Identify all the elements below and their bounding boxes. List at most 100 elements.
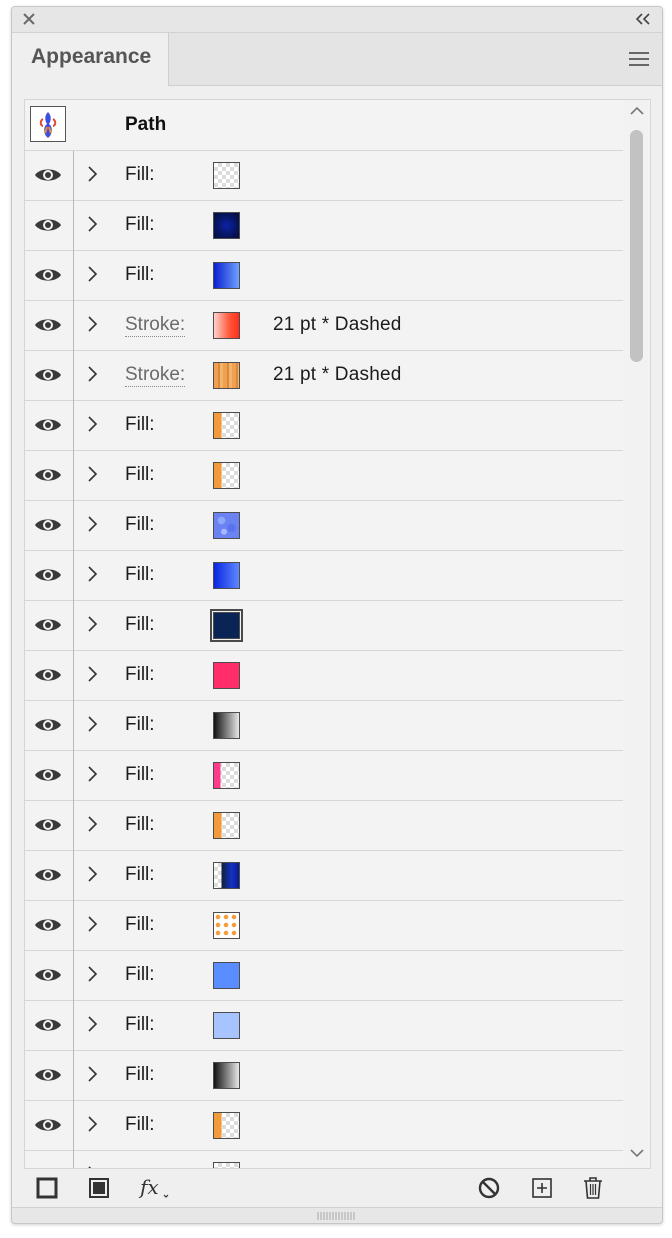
eye-icon[interactable]	[34, 1016, 62, 1034]
fill-row[interactable]: Fill:	[25, 401, 623, 451]
clear-appearance-icon[interactable]	[476, 1175, 502, 1201]
add-new-stroke-icon[interactable]	[34, 1175, 60, 1201]
fill-row[interactable]: Fill:	[25, 551, 623, 601]
delete-item-icon[interactable]	[580, 1175, 606, 1201]
color-swatch[interactable]	[213, 412, 240, 439]
chevron-right-icon[interactable]	[86, 715, 98, 733]
color-swatch[interactable]	[213, 1012, 240, 1039]
color-swatch[interactable]	[213, 562, 240, 589]
color-swatch[interactable]	[213, 262, 240, 289]
stroke-value[interactable]: 21 pt * Dashed	[273, 364, 402, 386]
eye-icon[interactable]	[34, 366, 62, 384]
fill-row[interactable]: Fill:	[25, 951, 623, 1001]
fill-row[interactable]: Fill:	[25, 651, 623, 701]
chevron-right-icon[interactable]	[86, 415, 98, 433]
header-row[interactable]: Path	[25, 100, 623, 151]
tab-appearance[interactable]: Appearance	[12, 33, 169, 86]
add-new-fill-icon[interactable]	[86, 1175, 112, 1201]
chevron-right-icon[interactable]	[86, 765, 98, 783]
fill-row[interactable]: Fill:	[25, 151, 623, 201]
color-swatch[interactable]	[213, 762, 240, 789]
chevron-right-icon[interactable]	[86, 815, 98, 833]
eye-icon[interactable]	[34, 966, 62, 984]
fill-row[interactable]: Fill:	[25, 1051, 623, 1101]
color-swatch[interactable]	[213, 212, 240, 239]
eye-icon[interactable]	[34, 816, 62, 834]
color-swatch[interactable]	[210, 609, 243, 642]
eye-icon[interactable]	[34, 616, 62, 634]
chevron-right-icon[interactable]	[86, 965, 98, 983]
scroll-up-icon[interactable]	[630, 106, 644, 116]
fill-row[interactable]: Fill:	[25, 1001, 623, 1051]
eye-icon[interactable]	[34, 166, 62, 184]
fill-row[interactable]: Fill:	[25, 601, 623, 651]
color-swatch[interactable]	[213, 812, 240, 839]
color-swatch[interactable]	[213, 162, 240, 189]
chevron-right-icon[interactable]	[86, 515, 98, 533]
eye-icon[interactable]	[34, 516, 62, 534]
color-swatch[interactable]	[213, 862, 240, 889]
chevron-right-icon[interactable]	[86, 1115, 98, 1133]
eye-icon[interactable]	[34, 666, 62, 684]
chevron-right-icon[interactable]	[86, 465, 98, 483]
eye-icon[interactable]	[34, 216, 62, 234]
chevron-right-icon[interactable]	[86, 1065, 98, 1083]
fill-row[interactable]: Fill:	[25, 851, 623, 901]
chevron-right-icon[interactable]	[86, 215, 98, 233]
color-swatch[interactable]	[213, 362, 240, 389]
chevron-right-icon[interactable]	[86, 615, 98, 633]
color-swatch[interactable]	[213, 1162, 240, 1168]
fill-row[interactable]: Fill:	[25, 701, 623, 751]
fill-row[interactable]: Fill:	[25, 501, 623, 551]
eye-icon[interactable]	[34, 916, 62, 934]
eye-icon[interactable]	[34, 466, 62, 484]
fill-row[interactable]: Fill:	[25, 451, 623, 501]
chevron-right-icon[interactable]	[86, 265, 98, 283]
vertical-scrollbar[interactable]	[624, 100, 650, 1168]
eye-icon[interactable]	[34, 766, 62, 784]
eye-icon[interactable]	[34, 566, 62, 584]
color-swatch[interactable]	[213, 962, 240, 989]
fill-row[interactable]: Fill:	[25, 1101, 623, 1151]
color-swatch[interactable]	[213, 312, 240, 339]
fill-row[interactable]: Fill:	[25, 751, 623, 801]
fill-row[interactable]	[25, 1151, 623, 1168]
eye-icon[interactable]	[34, 866, 62, 884]
fill-row[interactable]: Fill:	[25, 801, 623, 851]
scroll-down-icon[interactable]	[630, 1148, 644, 1158]
scroll-thumb[interactable]	[630, 130, 643, 362]
chevron-right-icon[interactable]	[86, 915, 98, 933]
chevron-right-icon[interactable]	[86, 665, 98, 683]
chevron-right-icon[interactable]	[86, 315, 98, 333]
chevron-right-icon[interactable]	[86, 865, 98, 883]
color-swatch[interactable]	[213, 662, 240, 689]
duplicate-item-icon[interactable]	[529, 1175, 555, 1201]
color-swatch[interactable]	[213, 912, 240, 939]
fill-row[interactable]: Fill:	[25, 251, 623, 301]
eye-icon[interactable]	[34, 316, 62, 334]
eye-icon[interactable]	[34, 1116, 62, 1134]
eye-icon[interactable]	[34, 1066, 62, 1084]
add-new-effect-icon[interactable]: fx	[138, 1175, 172, 1201]
stroke-row[interactable]: Stroke: 21 pt * Dashed	[25, 351, 623, 401]
eye-icon[interactable]	[34, 266, 62, 284]
eye-icon[interactable]	[34, 716, 62, 734]
fill-row[interactable]: Fill:	[25, 201, 623, 251]
collapse-panel-icon[interactable]	[634, 11, 652, 27]
color-swatch[interactable]	[213, 1112, 240, 1139]
color-swatch[interactable]	[213, 462, 240, 489]
chevron-right-icon[interactable]	[86, 1015, 98, 1033]
panel-menu-icon[interactable]	[628, 50, 650, 68]
chevron-right-icon[interactable]	[86, 165, 98, 183]
chevron-right-icon[interactable]	[86, 365, 98, 383]
close-icon[interactable]	[21, 11, 37, 27]
stroke-label-link[interactable]: Stroke:	[125, 364, 186, 387]
stroke-value[interactable]: 21 pt * Dashed	[273, 314, 402, 336]
chevron-right-icon[interactable]	[86, 565, 98, 583]
stroke-label-link[interactable]: Stroke:	[125, 314, 186, 337]
stroke-row[interactable]: Stroke: 21 pt * Dashed	[25, 301, 623, 351]
color-swatch[interactable]	[213, 512, 240, 539]
resize-grip[interactable]	[12, 1207, 662, 1223]
color-swatch[interactable]	[213, 712, 240, 739]
eye-icon[interactable]	[34, 416, 62, 434]
